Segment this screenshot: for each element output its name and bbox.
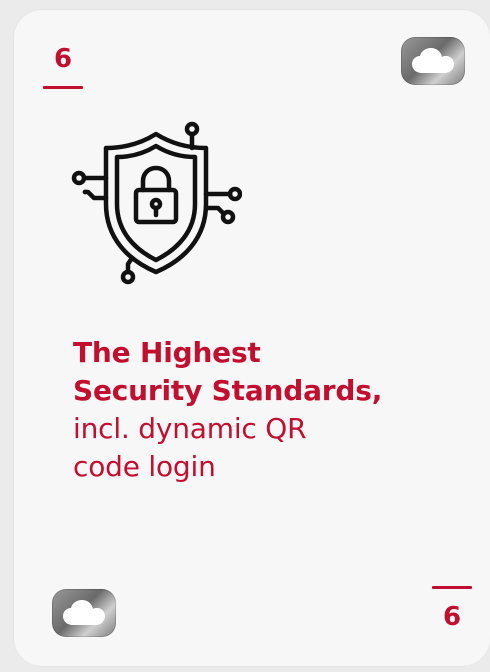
security-shield-lock-icon: [71, 121, 242, 285]
card-number-top-label: 6: [53, 44, 73, 74]
feature-subtitle-line-2: code login: [73, 450, 216, 483]
card-number-bottom-label: 6: [442, 602, 462, 632]
cloud-icon: [412, 48, 454, 73]
feature-title-line-1: The Highest: [73, 336, 261, 369]
cloud-icon: [63, 600, 105, 625]
card-number-top-underline: [43, 86, 83, 89]
feature-subtitle-line-1: incl. dynamic QR: [73, 412, 307, 445]
card-number-bottom: 6: [432, 586, 472, 630]
cloud-badge-bottom: [52, 589, 116, 637]
feature-title-line-2: Security Standards,: [73, 374, 383, 407]
cloud-badge-top: [401, 37, 465, 85]
card-number-top: 6: [43, 28, 83, 89]
page: 6 The Highest Security Standards, incl. …: [0, 0, 490, 672]
card-number-bottom-overline: [432, 586, 472, 589]
feature-headline: The Highest Security Standards, incl. dy…: [73, 334, 473, 486]
